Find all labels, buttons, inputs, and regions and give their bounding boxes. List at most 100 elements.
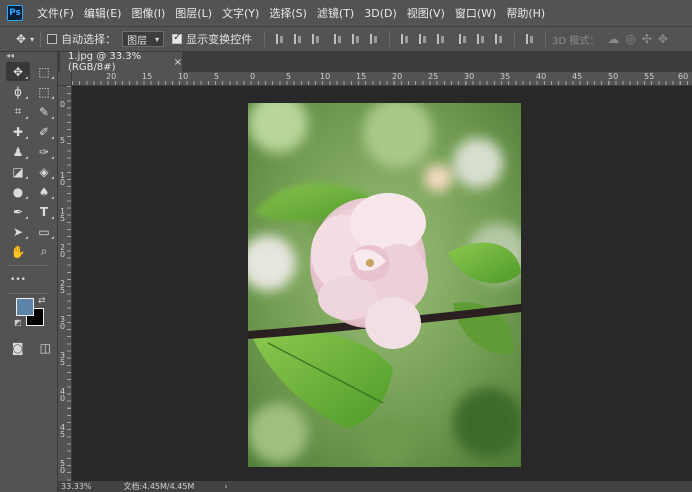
document-tab-bar: 1.jpg @ 33.3%(RGB/8#) × (58, 51, 692, 73)
status-menu-arrow-icon[interactable]: › (224, 482, 227, 491)
ruler-label: 30 (464, 72, 475, 81)
marquee-tool[interactable]: ⬚ (32, 62, 56, 81)
ruler-label: 4 5 (60, 423, 66, 439)
move-tool[interactable]: ✥ (6, 62, 30, 81)
quick-mask-icon[interactable]: ◙ (6, 338, 30, 357)
zoom-level[interactable]: 33.33% (61, 482, 92, 491)
close-icon[interactable]: × (174, 57, 182, 68)
ruler-label: 0 (250, 72, 256, 81)
chevron-down-icon: ▾ (155, 34, 160, 44)
ruler-ticks (67, 86, 71, 481)
align-hcenter-icon[interactable] (351, 34, 361, 44)
zoom-tool[interactable]: ⌕ (32, 242, 56, 261)
auto-align-icon[interactable] (525, 34, 535, 44)
menu-help[interactable]: 帮助(H) (506, 5, 545, 21)
chevron-down-icon[interactable]: ▾ (30, 35, 34, 44)
eyedropper-tool[interactable]: ✎ (32, 102, 56, 121)
3d-slide-icon: ✥ (657, 32, 668, 46)
paint-bucket-tool[interactable]: ◈ (32, 162, 56, 181)
object-select-tool[interactable]: ⬚ (32, 82, 56, 101)
divider (389, 31, 391, 47)
options-bar: ✥ ▾ 自动选择： 图层 ▾ 显示变换控件 3D 模式： ☁ ◎ ✣ ✥ (0, 26, 692, 52)
ruler-label: 5 (286, 72, 292, 81)
healing-tool[interactable]: ✚ (6, 122, 30, 141)
ruler-label: 2 0 (60, 243, 66, 259)
divider (40, 31, 42, 47)
pen-tool[interactable]: ✒ (6, 202, 30, 221)
photoshop-logo-icon: Ps (7, 5, 23, 21)
menu-edit[interactable]: 编辑(E) (84, 5, 122, 21)
default-colors-icon[interactable]: ◩ (14, 318, 22, 327)
swap-colors-icon[interactable]: ⇄ (38, 296, 46, 306)
ruler-label: 3 0 (60, 315, 66, 331)
divider (514, 31, 516, 47)
ruler-label: 60 (678, 72, 689, 81)
lasso-tool[interactable]: ϕ (6, 82, 30, 101)
ruler-origin[interactable] (58, 72, 72, 86)
distribute-vcenter-icon[interactable] (418, 34, 428, 44)
menu-layer[interactable]: 图层(L) (175, 5, 212, 21)
collapse-panel-icon[interactable]: ◂◂ (0, 52, 57, 62)
menu-view[interactable]: 视图(V) (407, 5, 445, 21)
distribute-bottom-icon[interactable] (436, 34, 446, 44)
document-canvas[interactable] (72, 86, 692, 481)
align-bottom-icon[interactable] (311, 34, 321, 44)
brush-tool[interactable]: ✐ (32, 122, 56, 141)
move-tool-preset-icon[interactable]: ✥ (16, 32, 26, 46)
dodge-tool[interactable]: ♠ (32, 182, 56, 201)
menu-filter[interactable]: 滤镜(T) (317, 5, 354, 21)
edit-toolbar-icon[interactable]: ••• (6, 270, 30, 289)
menu-file[interactable]: 文件(F) (37, 5, 74, 21)
distribute-top-icon[interactable] (400, 34, 410, 44)
ruler-label: 4 0 (60, 387, 66, 403)
menu-select[interactable]: 选择(S) (269, 5, 307, 21)
ruler-label: 5 (60, 136, 66, 145)
vertical-ruler[interactable]: 0 5 1 0 1 5 2 0 2 5 3 0 3 5 4 0 4 5 5 0 (58, 86, 72, 481)
screen-mode-icon[interactable]: ◫ (34, 338, 58, 357)
history-brush-tool[interactable]: ✑ (32, 142, 56, 161)
menu-3d[interactable]: 3D(D) (364, 7, 397, 20)
document-tab-title: 1.jpg @ 33.3%(RGB/8#) (68, 51, 142, 73)
align-left-icon[interactable] (333, 34, 343, 44)
distribute-right-icon[interactable] (494, 34, 504, 44)
auto-select-label: 自动选择： (61, 33, 117, 46)
auto-select-target-dropdown[interactable]: 图层 ▾ (122, 31, 165, 47)
document-image[interactable] (248, 103, 521, 467)
tools-panel: ◂◂ ✥ ⬚ ϕ ⬚ ⌗ ✎ ✚ ✐ ♟ ✑ ◪ ◈ ● ♠ ✒ T ➤ ▭ ✋… (0, 52, 58, 492)
ruler-label: 15 (142, 72, 153, 81)
mode-row: ◙ ◫ (0, 338, 57, 357)
menu-bar: Ps 文件(F) 编辑(E) 图像(I) 图层(L) 文字(Y) 选择(S) 滤… (0, 0, 692, 26)
ruler-label: 1 5 (60, 207, 66, 223)
show-transform-checkbox[interactable] (172, 32, 183, 44)
align-top-icon[interactable] (275, 34, 285, 44)
ruler-label: 5 0 (60, 459, 66, 475)
foreground-color-swatch[interactable] (16, 298, 34, 316)
rose-photo (248, 103, 521, 467)
document-info: 文档:4.45M/4.45M (123, 482, 195, 491)
distribute-hcenter-icon[interactable] (476, 34, 486, 44)
stamp-tool[interactable]: ♟ (6, 142, 30, 161)
document-tab[interactable]: 1.jpg @ 33.3%(RGB/8#) × (60, 51, 182, 73)
ruler-label: 10 (178, 72, 189, 81)
auto-select-checkbox[interactable] (47, 34, 58, 44)
ruler-label: 50 (608, 72, 619, 81)
menu-window[interactable]: 窗口(W) (455, 5, 496, 21)
menu-type[interactable]: 文字(Y) (222, 5, 259, 21)
path-select-tool[interactable]: ➤ (6, 222, 30, 241)
horizontal-ruler[interactable]: 20 15 10 5 0 5 10 15 20 25 30 35 40 45 5… (72, 72, 692, 86)
ruler-label: 10 (320, 72, 331, 81)
hand-tool[interactable]: ✋ (6, 242, 30, 261)
align-right-icon[interactable] (369, 34, 379, 44)
rectangle-tool[interactable]: ▭ (32, 222, 56, 241)
menu-image[interactable]: 图像(I) (131, 5, 165, 21)
distribute-left-icon[interactable] (458, 34, 468, 44)
crop-tool[interactable]: ⌗ (6, 102, 30, 121)
3d-orbit-icon: ☁ (607, 32, 620, 46)
type-tool[interactable]: T (32, 202, 56, 221)
ruler-label: 0 (60, 100, 66, 109)
align-vcenter-icon[interactable] (293, 34, 303, 44)
tool-grid: ✥ ⬚ ϕ ⬚ ⌗ ✎ ✚ ✐ ♟ ✑ ◪ ◈ ● ♠ ✒ T ➤ ▭ ✋ ⌕ (0, 62, 57, 261)
ruler-label: 55 (644, 72, 655, 81)
eraser-tool[interactable]: ◪ (6, 162, 30, 181)
blur-tool[interactable]: ● (6, 182, 30, 201)
